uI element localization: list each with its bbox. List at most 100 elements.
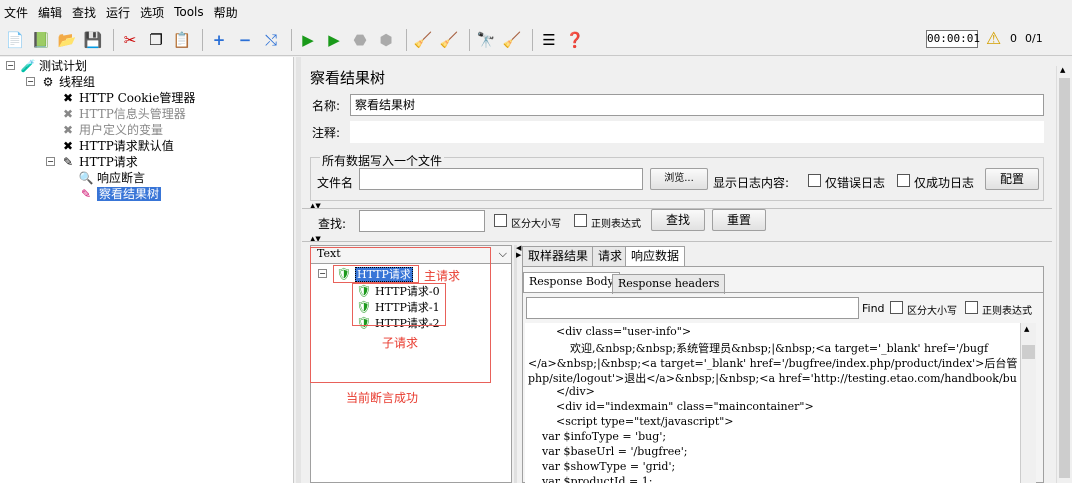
name-field[interactable]: 察看结果树 bbox=[350, 94, 1044, 116]
help-icon[interactable]: ❓ bbox=[564, 29, 586, 51]
search-label: 查找: bbox=[318, 217, 347, 231]
errors-only-checkbox[interactable] bbox=[808, 174, 821, 187]
search-icon[interactable]: 🔭 bbox=[475, 29, 497, 51]
gear-icon: ⚙ bbox=[42, 75, 54, 89]
filename-input[interactable] bbox=[359, 168, 643, 190]
name-label: 名称: bbox=[312, 99, 341, 113]
menu-run[interactable]: 运行 bbox=[106, 4, 130, 21]
toolbar-separator bbox=[406, 28, 407, 51]
menu-options[interactable]: 选项 bbox=[140, 4, 164, 21]
save-icon[interactable]: 💾 bbox=[82, 29, 104, 51]
tab-response-headers[interactable]: Response headers bbox=[612, 274, 726, 294]
stop-icon[interactable]: ⬣ bbox=[349, 29, 371, 51]
tree-node-cookie-manager[interactable]: ✖ HTTP Cookie管理器 bbox=[60, 90, 195, 106]
response-case-label: 区分大小写 bbox=[907, 306, 957, 317]
split-arrows[interactable]: ◀ ▶ bbox=[516, 245, 521, 259]
tree-node-http-request[interactable]: ✎ HTTP请求 bbox=[60, 154, 138, 170]
open-icon[interactable]: 📂 bbox=[56, 29, 78, 51]
tree-node-response-assertion[interactable]: 🔍 响应断言 bbox=[78, 170, 146, 186]
start-icon[interactable]: ▶ bbox=[297, 29, 319, 51]
cut-icon[interactable]: ✂ bbox=[119, 29, 141, 51]
errors-only-label: 仅错误日志 bbox=[825, 176, 886, 190]
regex-checkbox[interactable] bbox=[574, 214, 587, 227]
shutdown-icon[interactable]: ⬢ bbox=[375, 29, 397, 51]
tree-node-view-results-tree[interactable]: ✎ 察看结果树 bbox=[78, 186, 162, 202]
menu-search[interactable]: 查找 bbox=[72, 4, 96, 21]
case-sensitive-checkbox[interactable] bbox=[494, 214, 507, 227]
response-regex-checkbox[interactable] bbox=[965, 301, 978, 314]
code-line: <script type="text/javascript"> bbox=[528, 415, 734, 428]
tab-response-data[interactable]: 响应数据 bbox=[625, 246, 686, 266]
file-group-title: 所有数据写入一个文件 bbox=[320, 152, 445, 169]
toolbar: 📄 📗 📂 💾 ✂ ❐ 📋 + − ⤭ ▶ ▶ ⬣ ⬢ 🧹 🧹 🔭 🧹 ☰ ❓ bbox=[0, 24, 1072, 56]
copy-icon[interactable]: ❐ bbox=[145, 29, 167, 51]
toggle-icon[interactable]: ⤭ bbox=[260, 29, 282, 51]
tab-sampler-result[interactable]: 取样器结果 bbox=[522, 246, 595, 266]
reset-button[interactable]: 重置 bbox=[712, 209, 766, 231]
menu-tools[interactable]: Tools bbox=[174, 5, 204, 19]
case-sensitive-label: 区分大小写 bbox=[511, 219, 561, 230]
divider-line bbox=[302, 241, 1052, 242]
response-case-checkbox[interactable] bbox=[890, 301, 903, 314]
collapse-toggle[interactable]: − bbox=[46, 157, 55, 166]
menu-edit[interactable]: 编辑 bbox=[38, 4, 62, 21]
tree-node-user-vars[interactable]: ✖ 用户定义的变量 bbox=[60, 122, 163, 138]
listener-icon: ✎ bbox=[80, 187, 92, 201]
scroll-up-icon[interactable]: ▲ bbox=[1060, 66, 1065, 74]
templates-icon[interactable]: 📗 bbox=[30, 29, 52, 51]
warning-icon[interactable]: ⚠ bbox=[986, 29, 1001, 49]
tab-response-body[interactable]: Response Body bbox=[523, 272, 620, 292]
browse-button[interactable]: 浏览... bbox=[650, 168, 708, 190]
tab-request[interactable]: 请求 bbox=[592, 246, 629, 266]
code-line: </a>&nbsp;|&nbsp;<a target='_blank' href… bbox=[528, 357, 1018, 370]
menu-help[interactable]: 帮助 bbox=[214, 4, 238, 21]
expand-icon[interactable]: + bbox=[208, 29, 230, 51]
menu-file[interactable]: 文件 bbox=[4, 4, 28, 21]
page-title: 察看结果树 bbox=[310, 69, 386, 87]
annotation-main-label: 主请求 bbox=[424, 269, 461, 283]
tree-node-test-plan[interactable]: 🧪 测试计划 bbox=[20, 58, 88, 74]
toolbar-separator bbox=[469, 28, 470, 51]
code-line: var $showType = 'grid'; bbox=[528, 460, 676, 473]
start-no-pause-icon[interactable]: ▶ bbox=[323, 29, 345, 51]
scrollbar-thumb[interactable] bbox=[1059, 78, 1070, 478]
function-helper-icon[interactable]: ☰ bbox=[538, 29, 560, 51]
config-element-icon: ✖ bbox=[62, 139, 74, 153]
code-line: var $baseUrl = '/bugfree'; bbox=[528, 445, 688, 458]
response-regex-label: 正则表达式 bbox=[982, 306, 1032, 317]
tree-node-thread-group[interactable]: ⚙ 线程组 bbox=[40, 74, 95, 90]
tree-node-header-manager[interactable]: ✖ HTTP信息头管理器 bbox=[60, 106, 186, 122]
success-only-checkbox[interactable] bbox=[897, 174, 910, 187]
reset-search-icon[interactable]: 🧹 bbox=[501, 29, 523, 51]
collapse-toggle[interactable]: − bbox=[6, 61, 15, 70]
clear-all-icon[interactable]: 🧹 bbox=[438, 29, 460, 51]
panel-scrollbar[interactable]: ▲ bbox=[1056, 66, 1072, 483]
magnifier-icon: 🔍 bbox=[78, 171, 94, 185]
scroll-up-icon[interactable]: ▲ bbox=[1024, 325, 1029, 333]
configure-button[interactable]: 配置 bbox=[985, 168, 1039, 190]
split-divider[interactable] bbox=[296, 57, 301, 483]
collapse-icon[interactable]: − bbox=[234, 29, 256, 51]
toolbar-separator bbox=[113, 28, 114, 51]
collapse-toggle[interactable]: − bbox=[26, 77, 35, 86]
test-plan-tree: − 🧪 测试计划 − ⚙ 线程组 ✖ HTTP Cookie管理器 ✖ HTTP信息头管… bbox=[0, 57, 294, 483]
scrollbar-thumb[interactable] bbox=[1022, 345, 1035, 359]
paste-icon[interactable]: 📋 bbox=[171, 29, 193, 51]
find-button[interactable]: 查找 bbox=[651, 209, 705, 231]
code-line: var $infoType = 'bug'; bbox=[528, 430, 667, 443]
toolbar-separator bbox=[532, 28, 533, 51]
response-search-input[interactable] bbox=[526, 297, 859, 319]
response-body-text[interactable]: <div class="user-info"> 欢迎,&nbsp;&nbsp;系… bbox=[525, 323, 1020, 483]
chevron-down-icon: ⌵ bbox=[498, 247, 507, 260]
comment-field[interactable] bbox=[350, 121, 1044, 143]
menu-bar: 文件 编辑 查找 运行 选项 Tools 帮助 bbox=[0, 0, 1072, 24]
clear-icon[interactable]: 🧹 bbox=[412, 29, 434, 51]
code-line: 欢迎,&nbsp;&nbsp;系统管理员&nbsp;|&nbsp;<a targ… bbox=[528, 342, 989, 355]
regex-label: 正则表达式 bbox=[591, 219, 641, 230]
search-input[interactable] bbox=[359, 210, 485, 232]
code-scrollbar[interactable]: ▲ bbox=[1020, 323, 1036, 483]
annotation-sub-label: 子请求 bbox=[382, 336, 419, 350]
split-divider[interactable] bbox=[514, 245, 517, 483]
tree-node-request-defaults[interactable]: ✖ HTTP请求默认值 bbox=[60, 138, 174, 154]
new-icon[interactable]: 📄 bbox=[4, 29, 26, 51]
